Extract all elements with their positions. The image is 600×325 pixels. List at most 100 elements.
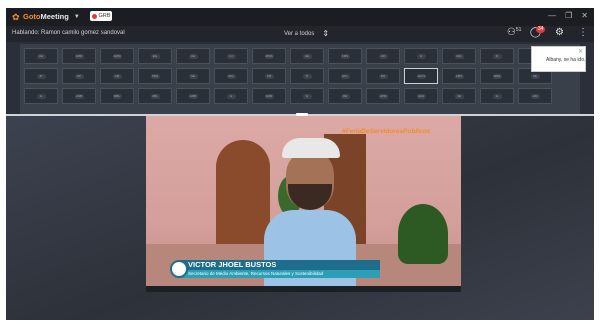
attendee-tile[interactable]: G (480, 88, 514, 104)
attendee-tile[interactable]: AE (290, 48, 324, 64)
attendee-initials: ANB (74, 93, 84, 99)
attendee-tile[interactable]: PM (252, 68, 286, 84)
attendee-initials: SE (188, 73, 198, 79)
attendee-tile[interactable]: MBL (100, 88, 134, 104)
speaker-cap (282, 138, 340, 158)
attendee-tile[interactable]: D (480, 48, 514, 64)
chevron-down-icon[interactable]: ▼ (74, 14, 80, 20)
attendee-initials: EFL (340, 73, 350, 79)
attendee-tile[interactable]: MMS (252, 48, 286, 64)
attendee-tile[interactable]: NGCS (404, 68, 438, 84)
attendee-tile[interactable]: ZBL (138, 88, 172, 104)
attendee-initials: AMS (454, 73, 464, 79)
attendee-initials: JE (454, 93, 464, 99)
attendee-tile[interactable]: CRL (442, 48, 476, 64)
attendee-initials: G (492, 93, 502, 99)
attendee-tile[interactable]: B (290, 68, 324, 84)
expand-arrows-icon[interactable]: ⇕ (322, 29, 329, 38)
attendee-initials: AE (188, 53, 198, 59)
attendee-tile[interactable]: AMR (176, 88, 210, 104)
institution-logo-icon (170, 260, 188, 278)
attendee-initials: RE (340, 93, 350, 99)
attendee-tile[interactable]: KMS (328, 48, 362, 64)
attendee-initials: AMR (74, 53, 84, 59)
attendee-initials: EG (150, 53, 160, 59)
door-shape (216, 140, 270, 260)
attendee-tile[interactable]: EFL (328, 68, 362, 84)
attendee-tile[interactable]: RE (328, 88, 362, 104)
attendee-initials: ZBL (150, 93, 160, 99)
attendee-initials: MMS (264, 53, 274, 59)
recording-label: GRB (98, 13, 111, 19)
attendee-tile[interactable]: SE (176, 68, 210, 84)
toast-message: Albany, se ha ido. (546, 57, 586, 63)
app-logo[interactable]: ✿ GotoMeeting ▼ (12, 12, 80, 21)
attendee-initials: DO (378, 73, 388, 79)
attendee-tile[interactable]: MRE (480, 68, 514, 84)
attendee-initials: MRE (492, 73, 502, 79)
attendee-tile[interactable]: ANB (62, 88, 96, 104)
attendee-tile[interactable]: JE (442, 88, 476, 104)
attendee-initials: MBL (112, 93, 122, 99)
attendee-initials: CRL (454, 53, 464, 59)
more-button[interactable]: ⋮ (578, 27, 588, 38)
attendee-tile[interactable]: AE (176, 48, 210, 64)
close-icon[interactable]: ✕ (581, 11, 588, 20)
attendee-initials: B (302, 73, 312, 79)
title-bar: ✿ GotoMeeting ▼ GRB — ❐ ✕ (6, 8, 594, 26)
lower-third: VICTOR JHOEL BUSTOS Secretario de Medio … (170, 260, 380, 282)
attendee-initials: CES (416, 93, 426, 99)
view-all-control[interactable]: Ver a todos ⇕ (284, 29, 329, 38)
attendee-initials: AP (74, 73, 84, 79)
restore-icon[interactable]: ❐ (565, 11, 572, 20)
attendee-tile[interactable]: DO (366, 68, 400, 84)
attendee-initials: NGCS (416, 73, 426, 79)
chat-badge: 34 (535, 26, 546, 33)
attendee-tile[interactable]: G (290, 88, 324, 104)
attendee-initials: AE (302, 53, 312, 59)
attendee-tile[interactable]: HM (518, 88, 552, 104)
attendee-initials: AM (112, 73, 122, 79)
speaker-beard (288, 184, 332, 210)
attendee-thumbnail-grid: AEAMRAMMEGAEGIMMSAEKMSARGCRLDCRIPAPAMSRG… (20, 44, 580, 114)
attendee-tile[interactable]: AE (24, 48, 58, 64)
attendees-button[interactable]: ⚇ 51 (506, 27, 522, 38)
plant-shape (398, 204, 448, 264)
attendee-initials: G (36, 93, 46, 99)
speaker-role: Secretario de Medio Ambiente, Recursos N… (180, 270, 380, 278)
attendee-tile[interactable]: AMS (442, 68, 476, 84)
attendee-tile[interactable]: AP (62, 68, 96, 84)
attendee-tile[interactable]: AMR (252, 88, 286, 104)
settings-button[interactable]: ⚙ (555, 27, 564, 38)
speaker-name: VICTOR JHOEL BUSTOS (180, 260, 380, 270)
attendee-initials: GI (226, 53, 236, 59)
attendee-tile[interactable]: ANL (214, 68, 248, 84)
attendee-tile[interactable]: G (24, 88, 58, 104)
attendee-initials: IP (36, 73, 46, 79)
attendee-initials: KMS (340, 53, 350, 59)
attendee-tile[interactable]: AR (366, 48, 400, 64)
chat-button[interactable]: ◯ 34 (530, 26, 546, 38)
people-icon: ⚇ (506, 27, 516, 38)
attendee-tile[interactable]: G (214, 88, 248, 104)
window-controls: — ❐ ✕ (548, 11, 588, 20)
attendee-tile[interactable]: AMM (100, 48, 134, 64)
attendee-tile[interactable]: GI (214, 48, 248, 64)
attendee-tile[interactable]: EG (138, 48, 172, 64)
shared-video[interactable]: #FeriaDeServidoresPublicos VICTOR JHOEL … (146, 116, 461, 292)
attendee-initials: ANL (226, 73, 236, 79)
minimize-icon[interactable]: — (548, 11, 556, 20)
attendee-tile[interactable]: CES (404, 88, 438, 104)
attendee-tile[interactable]: AM (100, 68, 134, 84)
attendee-tile[interactable]: AMR (62, 48, 96, 64)
attendee-tile[interactable]: G (404, 48, 438, 64)
active-speaker-text: Hablando: Ramon camilo gomez sandoval (12, 30, 125, 36)
attendee-initials: HM (530, 93, 540, 99)
attendee-tile[interactable]: HPM (366, 88, 400, 104)
attendee-initials: PM (264, 73, 274, 79)
attendee-initials: AMR (188, 93, 198, 99)
attendee-tile[interactable]: IP (24, 68, 58, 84)
attendee-tile[interactable]: SRG (138, 68, 172, 84)
recording-indicator[interactable]: GRB (90, 11, 112, 21)
close-icon[interactable]: ✕ (578, 48, 583, 55)
